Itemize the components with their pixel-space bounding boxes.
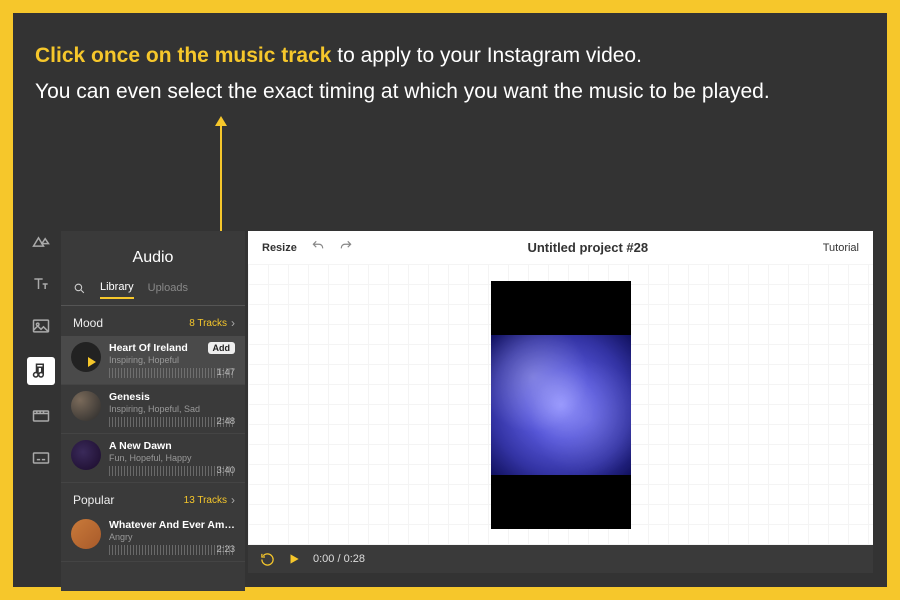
track-row[interactable]: Whatever And Ever Amen Angry 2:23 — [61, 513, 245, 562]
instruction-line2: You can even select the exact timing at … — [35, 80, 770, 103]
playback-time: 0:00 / 0:28 — [313, 553, 365, 565]
track-thumb-play-icon[interactable] — [71, 342, 101, 372]
chevron-right-icon: › — [231, 493, 235, 507]
track-tags: Angry — [109, 532, 235, 542]
section-count: 13 Tracks› — [184, 493, 235, 507]
resize-button[interactable]: Resize — [262, 242, 297, 254]
track-tags: Inspiring, Hopeful — [109, 355, 235, 365]
left-tool-rail — [21, 231, 61, 469]
image-icon[interactable] — [30, 315, 52, 337]
tab-library[interactable]: Library — [100, 281, 134, 299]
instruction-text: Click once on the music track to apply t… — [35, 38, 865, 109]
add-button[interactable]: Add — [208, 342, 236, 354]
section-name: Popular — [73, 493, 114, 507]
track-duration: 2:23 — [217, 544, 236, 555]
track-name: Genesis — [109, 391, 235, 403]
track-duration: 2:48 — [217, 416, 236, 427]
track-row[interactable]: A New Dawn Fun, Hopeful, Happy 3:40 — [61, 434, 245, 483]
track-row[interactable]: Genesis Inspiring, Hopeful, Sad 2:48 — [61, 385, 245, 434]
instruction-rest: to apply to your Instagram video. — [331, 44, 642, 67]
panel-title: Audio — [61, 231, 245, 281]
section-count: 8 Tracks› — [189, 316, 235, 330]
video-frame[interactable] — [491, 281, 631, 529]
audio-panel: Audio Library Uploads Mood 8 Tracks› Hea… — [61, 231, 245, 591]
track-thumb[interactable] — [71, 440, 101, 470]
undo-icon[interactable] — [311, 239, 325, 256]
search-icon[interactable] — [73, 282, 86, 298]
track-tags: Inspiring, Hopeful, Sad — [109, 404, 235, 414]
redo-icon[interactable] — [339, 239, 353, 256]
instruction-bold: Click once on the music track — [35, 44, 331, 67]
project-title[interactable]: Untitled project #28 — [527, 240, 648, 255]
playback-bar: 0:00 / 0:28 — [248, 545, 873, 573]
audio-tabs: Library Uploads — [61, 281, 245, 306]
track-row[interactable]: Heart Of Ireland Inspiring, Hopeful Add … — [61, 336, 245, 385]
track-name: A New Dawn — [109, 440, 235, 452]
video-icon[interactable] — [30, 405, 52, 427]
editor-canvas[interactable] — [248, 264, 873, 545]
editor-toolbar: Resize Untitled project #28 Tutorial — [248, 231, 873, 264]
tutorial-link[interactable]: Tutorial — [823, 242, 859, 254]
section-mood-header[interactable]: Mood 8 Tracks› — [61, 306, 245, 336]
section-popular-header[interactable]: Popular 13 Tracks› — [61, 483, 245, 513]
captions-icon[interactable] — [30, 447, 52, 469]
track-duration: 1:47 — [217, 367, 236, 378]
chevron-right-icon: › — [231, 316, 235, 330]
track-thumb[interactable] — [71, 519, 101, 549]
track-duration: 3:40 — [217, 465, 236, 476]
tab-uploads[interactable]: Uploads — [148, 282, 188, 298]
design-icon[interactable] — [30, 231, 52, 253]
text-icon[interactable] — [30, 273, 52, 295]
section-name: Mood — [73, 316, 103, 330]
audio-icon[interactable] — [27, 357, 55, 385]
video-thumbnail — [491, 335, 631, 475]
track-tags: Fun, Hopeful, Happy — [109, 453, 235, 463]
rewind-icon[interactable] — [260, 552, 275, 567]
track-thumb[interactable] — [71, 391, 101, 421]
play-icon[interactable] — [287, 552, 301, 566]
track-name: Whatever And Ever Amen — [109, 519, 235, 531]
editor-pane: Resize Untitled project #28 Tutorial 0:0… — [248, 231, 873, 573]
